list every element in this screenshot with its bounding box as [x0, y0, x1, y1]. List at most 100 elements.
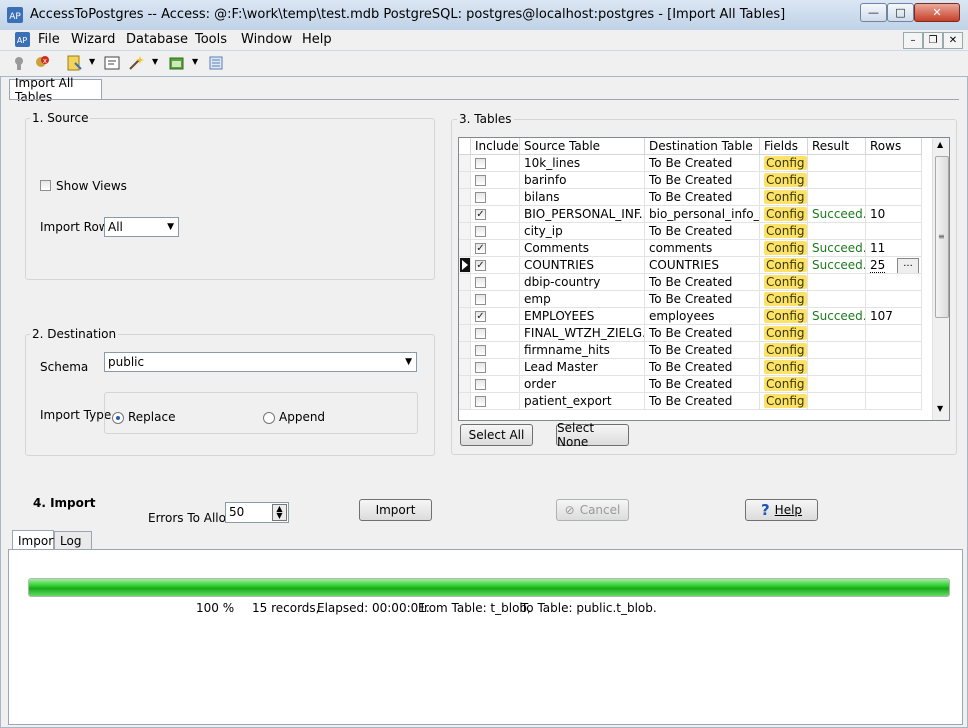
fields-cell[interactable]: Config [760, 155, 808, 172]
fields-cell-text[interactable]: Config [764, 377, 807, 391]
include-checkbox[interactable]: ✓ [475, 243, 486, 254]
fields-cell-text[interactable]: Config [764, 156, 807, 170]
tab-import[interactable]: Import [12, 530, 58, 550]
maximize-icon[interactable]: □ [887, 3, 914, 22]
include-checkbox[interactable] [475, 175, 486, 186]
include-checkbox[interactable]: ✓ [475, 260, 486, 271]
table-row[interactable]: barinfo To Be Created Config [459, 172, 933, 189]
table-row[interactable]: firmname_hits To Be Created Config [459, 342, 933, 359]
include-checkbox[interactable] [475, 294, 486, 305]
menu-window[interactable]: Window [241, 32, 292, 47]
window-icon[interactable] [168, 54, 186, 72]
append-radio[interactable] [263, 412, 275, 424]
row-indicator[interactable] [459, 325, 471, 342]
dropdown-arrow-icon-3[interactable]: ▼ [192, 57, 198, 66]
row-indicator[interactable] [459, 274, 471, 291]
connect-icon[interactable] [10, 54, 28, 72]
menu-tools[interactable]: Tools [195, 32, 227, 47]
table-row[interactable]: ✓COUNTRIESCOUNTRIESConfigSucceed...25... [459, 257, 933, 274]
column-header[interactable]: Rows [866, 138, 922, 155]
fields-cell-text[interactable]: Config [764, 326, 807, 340]
fields-cell[interactable]: Config [760, 240, 808, 257]
minimize-icon[interactable]: — [860, 3, 887, 22]
grid-scrollbar[interactable]: ▲ ≡ ▼ [932, 138, 949, 420]
tab-import-all-tables[interactable]: Import All Tables [9, 76, 102, 104]
column-header[interactable]: Result [808, 138, 866, 155]
fields-cell-text[interactable]: Config [764, 241, 807, 255]
query-icon[interactable] [103, 54, 121, 72]
include-checkbox[interactable] [475, 277, 486, 288]
fields-cell-text[interactable]: Config [764, 394, 807, 408]
table-row[interactable]: FINAL_WTZH_ZIELG... To Be Created Config [459, 325, 933, 342]
fields-cell[interactable]: Config [760, 291, 808, 308]
row-indicator[interactable] [459, 257, 471, 274]
mdi-close-icon[interactable]: ✕ [943, 32, 963, 49]
table-row[interactable]: Lead Master To Be Created Config [459, 359, 933, 376]
row-indicator[interactable] [459, 240, 471, 257]
mdi-restore-icon[interactable]: ❐ [923, 32, 943, 49]
row-indicator[interactable] [459, 291, 471, 308]
menu-app-icon[interactable]: AP [14, 31, 31, 48]
table-row[interactable]: ✓ Comments comments Config Succeed... 11 [459, 240, 933, 257]
list-icon[interactable] [207, 54, 225, 72]
fields-cell[interactable]: Config [760, 223, 808, 240]
fields-cell-text[interactable]: Config [764, 207, 807, 221]
magic-wand-icon[interactable] [127, 54, 145, 72]
menu-file[interactable]: File [38, 32, 60, 47]
fields-cell-text[interactable]: Config [764, 173, 807, 187]
fields-cell-text[interactable]: Config [764, 309, 807, 323]
rows-ellipsis-button[interactable]: ... [897, 258, 919, 273]
dropdown-arrow-icon[interactable]: ▼ [89, 57, 95, 66]
scroll-down-icon[interactable]: ▼ [937, 404, 943, 413]
table-row[interactable]: dbip-country To Be Created Config [459, 274, 933, 291]
row-indicator[interactable] [459, 308, 471, 325]
fields-cell-text[interactable]: Config [764, 292, 807, 306]
fields-cell[interactable]: Config [760, 359, 808, 376]
help-button[interactable]: ? Help [745, 499, 818, 521]
row-indicator[interactable] [459, 206, 471, 223]
select-none-button[interactable]: Select None [556, 421, 629, 449]
row-indicator[interactable] [459, 189, 471, 206]
table-row[interactable]: ✓ EMPLOYEES employees Config Succeed... 107 [459, 308, 933, 325]
wizard-icon[interactable] [65, 54, 83, 72]
include-checkbox[interactable] [475, 328, 486, 339]
column-header[interactable]: Destination Table [645, 138, 760, 155]
fields-cell[interactable]: Config [760, 342, 808, 359]
dropdown-arrow-icon-2[interactable]: ▼ [152, 57, 158, 66]
fields-cell-text[interactable]: Config [764, 190, 807, 204]
disconnect-icon[interactable]: x [33, 54, 51, 72]
include-checkbox[interactable] [475, 192, 486, 203]
include-checkbox[interactable]: ✓ [475, 209, 486, 220]
table-row[interactable]: bilans To Be Created Config [459, 189, 933, 206]
fields-cell[interactable]: Config [760, 257, 808, 274]
include-checkbox[interactable] [475, 158, 486, 169]
fields-cell-text[interactable]: Config [764, 275, 807, 289]
spinner-arrows-icon[interactable]: ▲ ▼ [272, 504, 287, 521]
schema-select[interactable]: public ▼ [104, 352, 417, 372]
include-checkbox[interactable]: ✓ [475, 311, 486, 322]
menu-database[interactable]: Database [126, 32, 188, 47]
menu-help[interactable]: Help [302, 32, 332, 47]
include-checkbox[interactable] [475, 226, 486, 237]
errors-to-allow-spinner[interactable]: 50 ▲ ▼ [225, 502, 289, 523]
table-row[interactable]: emp To Be Created Config [459, 291, 933, 308]
row-indicator[interactable] [459, 342, 471, 359]
select-all-button[interactable]: Select All [460, 424, 533, 446]
include-checkbox[interactable] [475, 362, 486, 373]
table-row[interactable]: city_ip To Be Created Config [459, 223, 933, 240]
replace-radio[interactable] [112, 412, 124, 424]
fields-cell[interactable]: Config [760, 308, 808, 325]
tab-log[interactable]: Log [54, 531, 92, 550]
row-indicator[interactable] [459, 393, 471, 410]
scroll-up-icon[interactable]: ▲ [937, 140, 943, 149]
fields-cell-text[interactable]: Config [764, 258, 807, 272]
fields-cell-text[interactable]: Config [764, 360, 807, 374]
row-indicator[interactable] [459, 376, 471, 393]
fields-cell[interactable]: Config [760, 172, 808, 189]
table-row[interactable]: 10k_lines To Be Created Config [459, 155, 933, 172]
fields-cell-text[interactable]: Config [764, 224, 807, 238]
fields-cell[interactable]: Config [760, 376, 808, 393]
cancel-button[interactable]: ⊘ Cancel [556, 499, 629, 521]
column-header[interactable]: Fields [760, 138, 808, 155]
rows-cell[interactable]: 25... [866, 257, 922, 274]
